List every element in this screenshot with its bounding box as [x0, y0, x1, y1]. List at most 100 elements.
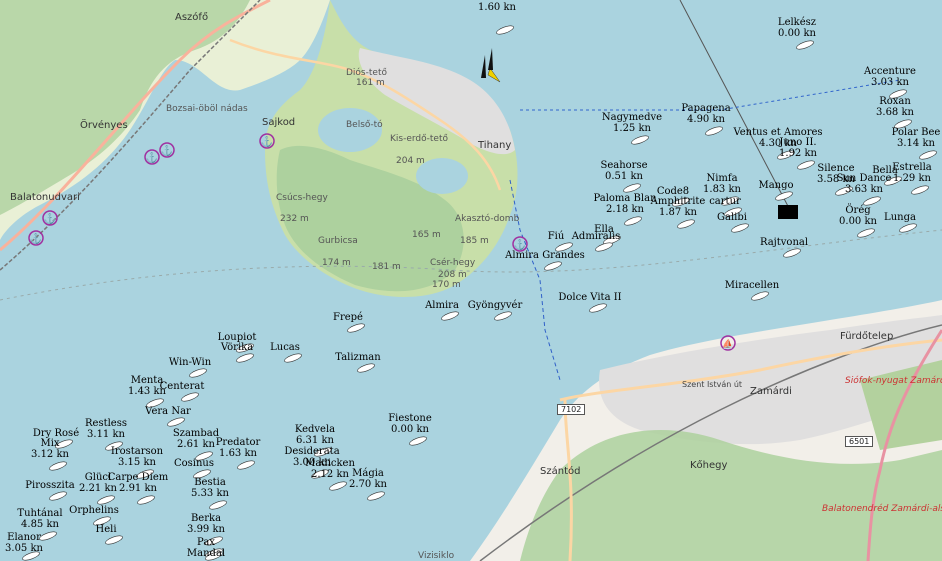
boat-label[interactable]: Papagena 4.90 kn [681, 103, 730, 125]
boat-label[interactable]: Predator 1.63 kn [216, 437, 261, 459]
boat-label[interactable]: Lelkész 0.00 kn [778, 17, 816, 39]
boat-label[interactable]: Win-Win [169, 357, 211, 368]
boat-icon[interactable] [236, 352, 255, 364]
boat-label[interactable]: Fiestone 0.00 kn [388, 413, 432, 435]
boat-label[interactable]: Heli [95, 524, 116, 535]
boat-label[interactable]: Carpe Diem 2.91 kn [108, 472, 169, 494]
boat-label[interactable]: Galibi [717, 212, 747, 223]
boat-icon[interactable] [237, 459, 256, 471]
boat-label[interactable]: cartur [709, 196, 741, 207]
anchor-icon[interactable]: ⚓ [144, 149, 160, 165]
boat-icon[interactable] [409, 435, 428, 447]
boat-label[interactable]: Restless 3.11 kn [85, 418, 127, 440]
boat-label[interactable]: Talizman [335, 352, 380, 363]
boat-label[interactable]: Kedvela 6.31 kn [295, 424, 335, 446]
boat-label[interactable]: Irostarson 3.15 kn [111, 446, 163, 468]
boat-icon[interactable] [796, 39, 815, 51]
boat-label[interactable]: Rajtvonal [760, 237, 808, 248]
boat-label[interactable]: Tuhtánal 4.85 kn [17, 508, 62, 530]
boat-icon[interactable] [367, 490, 386, 502]
boat-label[interactable]: Juno II. 1.92 kn [779, 137, 817, 159]
boat-icon[interactable] [284, 352, 303, 364]
boat-label[interactable]: Vörika [221, 342, 253, 353]
boat-icon[interactable] [775, 190, 794, 202]
boat-label[interactable]: Örég 0.00 kn [839, 205, 877, 227]
boat-icon[interactable] [589, 302, 608, 314]
boat-icon[interactable] [441, 310, 460, 322]
boat-icon[interactable] [751, 290, 770, 302]
boat-icon[interactable] [631, 134, 650, 146]
boat-label[interactable]: Pirosszita [25, 480, 74, 491]
boat-label[interactable]: Mágia 2.70 kn [349, 468, 387, 490]
boat-icon[interactable] [899, 222, 918, 234]
boat-icon[interactable] [49, 490, 68, 502]
boat-label[interactable]: Accenture 3.03 kn [864, 66, 916, 88]
boat-label[interactable]: Paloma Blan 2.18 kn [593, 193, 656, 215]
anchor-icon[interactable]: ⚓ [42, 210, 58, 226]
boat-icon[interactable] [181, 391, 200, 403]
boat-label[interactable]: Mandal [187, 548, 225, 559]
boat-label[interactable]: Bestia 5.33 kn [191, 477, 229, 499]
anchor-icon[interactable]: ⚓ [28, 230, 44, 246]
boat-icon[interactable] [731, 222, 750, 234]
boat-label[interactable]: Fiú [548, 231, 565, 242]
boat-label[interactable]: Polar Bee 3.14 kn [892, 127, 941, 149]
boat-label[interactable]: Miracellen [725, 280, 779, 291]
boat-speed: 1.92 kn [779, 148, 817, 159]
boat-icon[interactable] [677, 218, 696, 230]
boat-icon[interactable] [347, 322, 366, 334]
anchor-icon[interactable]: ⚓ [159, 142, 175, 158]
boat-label[interactable]: Admiralis [572, 231, 621, 242]
boat-icon[interactable] [544, 260, 563, 272]
boat-label[interactable]: Madicken 2.12 kn [305, 458, 355, 480]
boat-icon[interactable] [494, 310, 513, 322]
boat-label[interactable]: Centerat [160, 381, 205, 392]
boat-label[interactable]: Pax [197, 537, 215, 548]
boat-label[interactable]: Lunga [884, 212, 916, 223]
boat-label[interactable]: Cosinus [174, 458, 214, 469]
boat-icon[interactable] [797, 159, 816, 171]
anchor-icon[interactable]: ⚓ [512, 236, 528, 252]
boat-icon[interactable] [857, 227, 876, 239]
boat-label[interactable]: Roxan 3.68 kn [876, 96, 914, 118]
boat-label[interactable]: Orphelins [69, 505, 119, 516]
boat-label[interactable]: Mix 3.12 kn [31, 438, 69, 460]
boat-name: Gyöngyvér [467, 300, 523, 311]
boat-icon[interactable] [167, 416, 186, 428]
boat-label[interactable]: Almira [425, 300, 459, 311]
boat-icon[interactable] [496, 24, 515, 36]
boat-label[interactable]: Elanor 3.05 kn [5, 532, 43, 554]
boat-label[interactable]: Szambad 2.61 kn [173, 428, 219, 450]
boat-label[interactable]: Gyöngyvér [468, 300, 523, 311]
boat-icon[interactable] [919, 149, 938, 161]
boat-icon[interactable] [189, 367, 208, 379]
boat-icon[interactable] [329, 480, 348, 492]
boat-label[interactable]: 1.60 kn [478, 2, 516, 13]
boat-label[interactable]: Amphitrite 1.87 kn [651, 196, 706, 218]
boat-name: Cosinus [173, 458, 215, 469]
boat-icon[interactable] [911, 184, 930, 196]
boat-icon[interactable] [357, 362, 376, 374]
boat-label[interactable]: Berka 3.99 kn [187, 513, 225, 535]
boat-label[interactable]: Almira Grandes [505, 250, 585, 261]
boat-icon[interactable] [624, 215, 643, 227]
boat-label[interactable]: Seahorse 0.51 kn [600, 160, 647, 182]
boat-label[interactable]: Nagymedve 1.25 kn [602, 112, 662, 134]
boat-icon[interactable] [783, 247, 802, 259]
boat-label[interactable]: Dolce Vita II [558, 292, 621, 303]
boat-icon[interactable] [137, 494, 156, 506]
boat-label[interactable]: Estrella 1.29 kn [892, 162, 932, 184]
boat-label[interactable]: Nimfa 1.83 kn [703, 173, 741, 195]
boat-label[interactable]: Frepé [333, 312, 363, 323]
start-flag-icon[interactable] [778, 205, 798, 219]
boat-icon[interactable] [705, 125, 724, 137]
anchor-icon[interactable]: ⚓ [259, 133, 275, 149]
boat-label[interactable]: Vera Nar [145, 406, 191, 417]
highlighted-boat-icon[interactable] [481, 48, 501, 83]
boat-label[interactable]: Sun Dance 3.63 kn [837, 173, 892, 195]
boat-icon[interactable] [105, 534, 124, 546]
boat-label[interactable]: Lucas [270, 342, 300, 353]
boat-icon[interactable] [49, 460, 68, 472]
boat-label[interactable]: Mango [758, 180, 793, 191]
boat-icon[interactable] [209, 499, 228, 511]
